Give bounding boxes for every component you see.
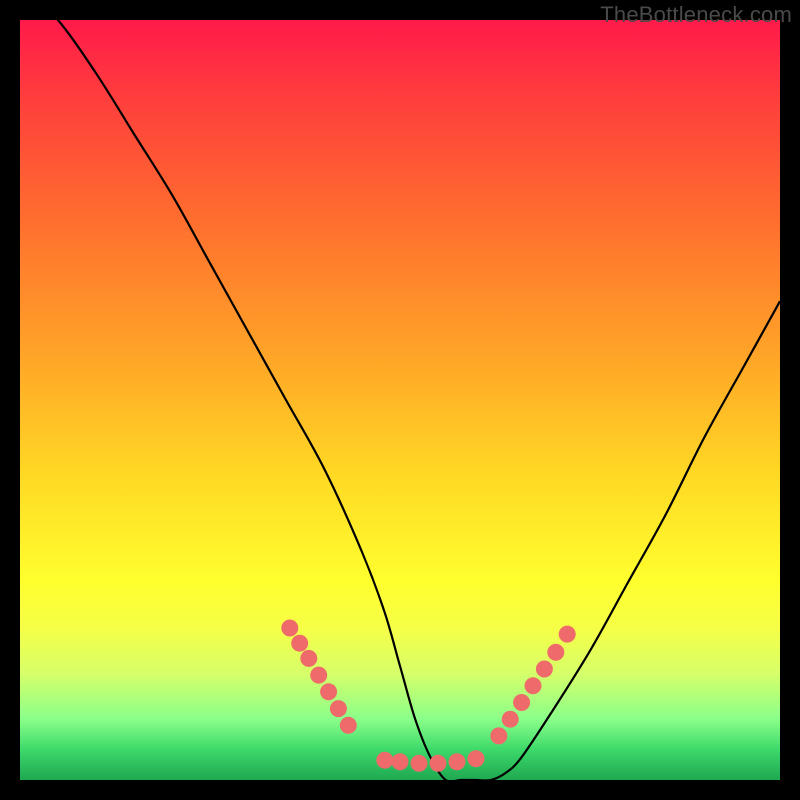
bottleneck-curve: [20, 0, 780, 782]
data-point: [547, 644, 564, 661]
data-point: [281, 620, 298, 637]
data-point: [525, 677, 542, 694]
data-point: [411, 755, 428, 772]
data-point: [513, 694, 530, 711]
data-point: [376, 752, 393, 769]
data-point: [340, 717, 357, 734]
data-point: [449, 753, 466, 770]
data-point: [300, 650, 317, 667]
data-point: [559, 626, 576, 643]
data-point: [490, 727, 507, 744]
chart-frame: TheBottleneck.com: [0, 0, 800, 800]
data-point: [330, 700, 347, 717]
data-point: [320, 683, 337, 700]
data-points-group: [281, 620, 575, 772]
chart-svg: [20, 20, 780, 780]
data-point: [291, 635, 308, 652]
data-point: [502, 711, 519, 728]
data-point: [310, 667, 327, 684]
data-point: [468, 750, 485, 767]
data-point: [536, 661, 553, 678]
data-point: [392, 753, 409, 770]
data-point: [430, 755, 447, 772]
plot-area: [20, 20, 780, 780]
watermark-label: TheBottleneck.com: [600, 2, 792, 28]
